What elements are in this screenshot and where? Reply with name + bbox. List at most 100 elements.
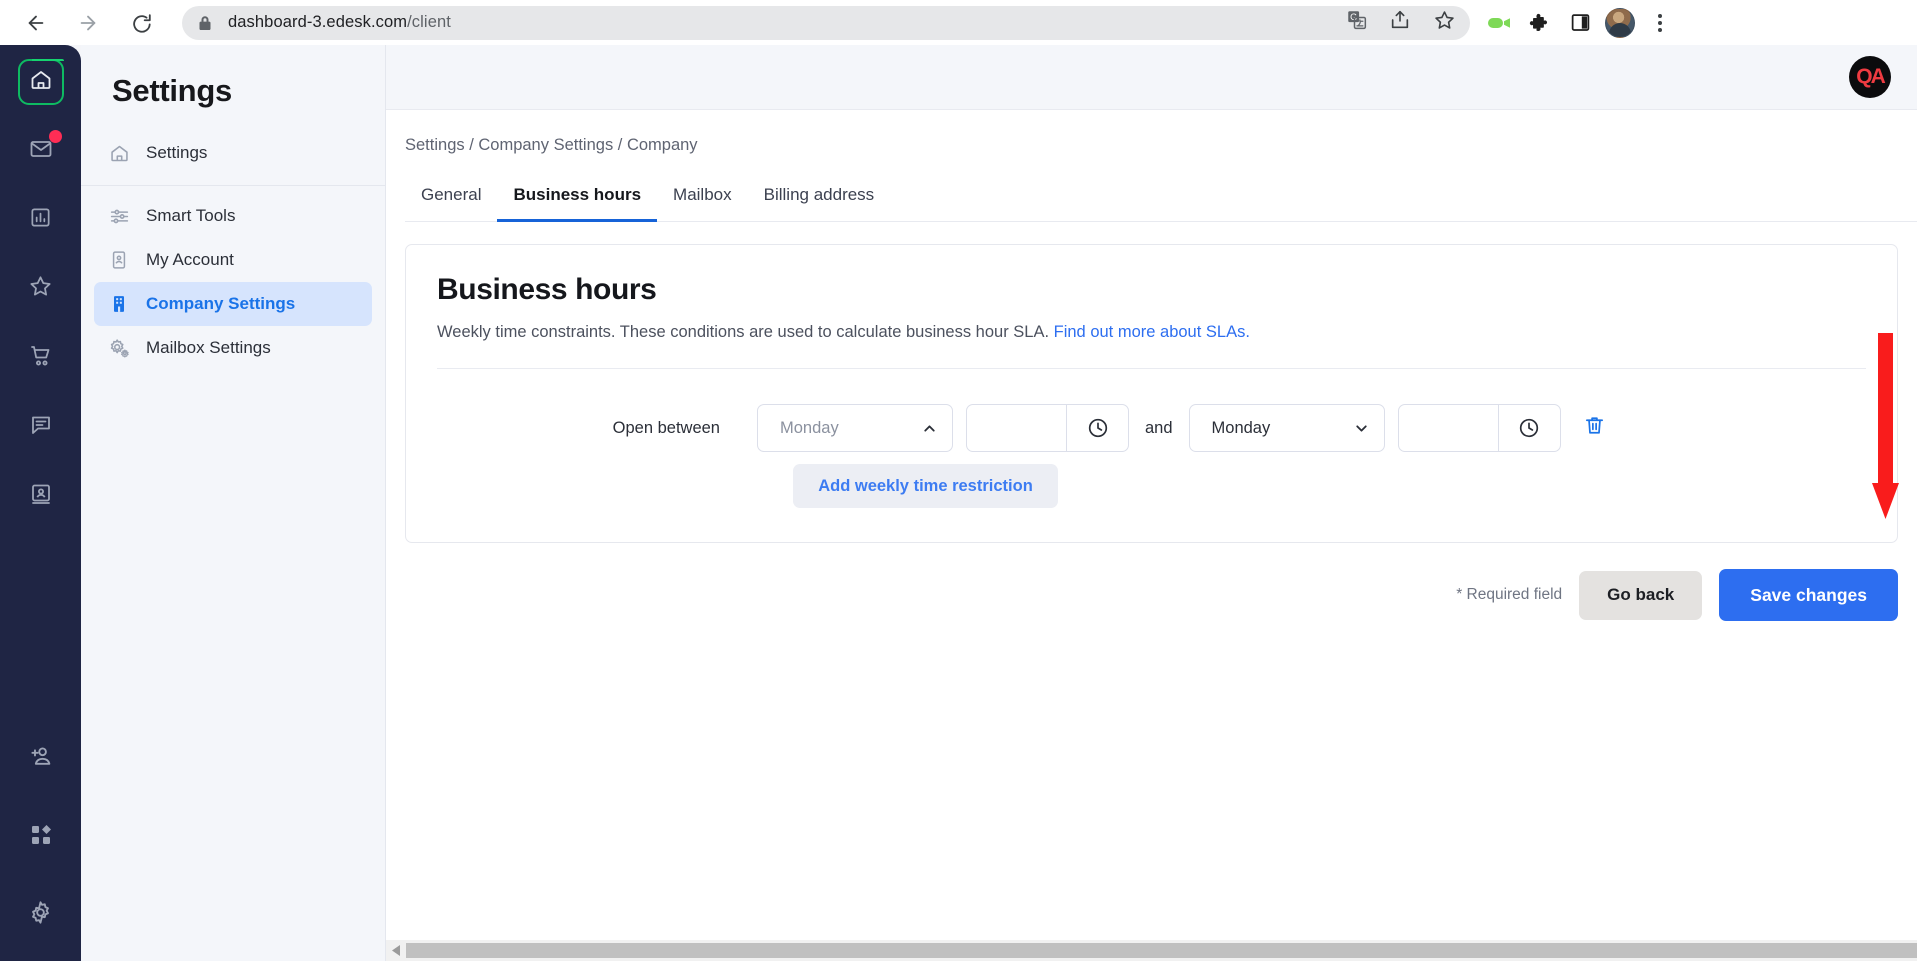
lock-icon [198, 15, 212, 31]
time-to-field[interactable] [1397, 404, 1561, 452]
tab-billing-address[interactable]: Billing address [748, 177, 891, 222]
apps-grid-icon [29, 823, 53, 852]
url-host: dashboard-3.edesk.com [228, 13, 408, 31]
address-bar[interactable]: dashboard-3.edesk.com/client G [182, 5, 1470, 40]
gears-icon [108, 337, 130, 359]
star-icon [28, 274, 53, 304]
sidebar-item-label: Company Settings [146, 294, 296, 313]
chevron-down-icon [1353, 420, 1370, 437]
day-to-select[interactable]: Monday [1188, 404, 1385, 452]
sidebar-item-label: My Account [146, 250, 234, 269]
gear-icon [28, 900, 53, 930]
day-from-select[interactable]: Monday [757, 404, 953, 452]
shopping-cart-icon [29, 344, 53, 373]
browser-toolbar: dashboard-3.edesk.com/client G [0, 0, 1917, 45]
required-field-note: * Required field [1456, 586, 1563, 603]
app-window: Settings Settings Smart Tools My Account [0, 45, 1917, 961]
card-description: Weekly time constraints. These condition… [437, 323, 1866, 342]
star-icon[interactable] [1433, 9, 1456, 37]
profile-avatar[interactable] [1600, 3, 1640, 43]
unread-badge [48, 130, 62, 143]
rail-item-invite-user[interactable] [18, 736, 64, 782]
go-back-button[interactable]: Go back [1579, 570, 1703, 620]
red-down-arrow [1870, 333, 1900, 533]
add-user-icon [28, 744, 53, 774]
sidebar-item-label: Mailbox Settings [146, 338, 271, 357]
time-to-input[interactable] [1398, 405, 1498, 451]
translate-icon[interactable]: G [1347, 10, 1367, 35]
global-nav-rail [0, 45, 81, 961]
tab-mailbox[interactable]: Mailbox [657, 177, 748, 222]
id-card-icon [108, 249, 130, 271]
chat-icon [29, 413, 53, 442]
card-description-text: Weekly time constraints. These condition… [437, 323, 1050, 341]
delete-restriction-button[interactable] [1577, 404, 1613, 452]
add-weekly-time-restriction-button[interactable]: Add weekly time restriction [793, 464, 1058, 508]
contact-card-icon [29, 482, 53, 511]
horizontal-scrollbar[interactable] [386, 940, 1917, 961]
day-to-value: Monday [1211, 418, 1271, 437]
puzzle-icon[interactable] [1520, 3, 1560, 43]
rail-item-reports[interactable] [18, 197, 64, 243]
url-text: dashboard-3.edesk.com/client [228, 13, 451, 32]
clock-icon[interactable] [1497, 405, 1560, 451]
bar-chart-icon [29, 206, 52, 234]
time-from-input[interactable] [967, 405, 1066, 451]
reload-icon[interactable] [120, 1, 164, 45]
forward-icon[interactable] [66, 1, 110, 45]
open-between-label: Open between [612, 418, 720, 437]
chevron-up-icon [921, 420, 938, 437]
building-icon [108, 293, 130, 315]
avatar-initials: QA [1856, 65, 1885, 88]
rail-item-contacts[interactable] [18, 473, 64, 519]
sidebar-divider [81, 185, 385, 186]
browser-extension-icons [1480, 3, 1680, 43]
weekly-time-restriction-row: Open between Monday and Monday [437, 404, 1866, 452]
sidebar-item-label: Smart Tools [146, 206, 236, 225]
scrollbar-thumb[interactable] [406, 943, 1917, 958]
day-from-value: Monday [780, 418, 839, 437]
sidebar-item-settings[interactable]: Settings [94, 131, 372, 175]
back-icon[interactable] [14, 1, 58, 45]
home-icon [108, 142, 130, 164]
sidebar-item-smart-tools[interactable]: Smart Tools [94, 194, 372, 238]
time-from-field[interactable] [966, 404, 1129, 452]
sidebar-item-label: Settings [146, 143, 208, 162]
share-icon[interactable] [1389, 9, 1411, 36]
sidebar-item-my-account[interactable]: My Account [94, 238, 372, 282]
sliders-icon [108, 205, 130, 227]
three-dots-menu-icon[interactable] [1640, 3, 1680, 43]
rail-item-home[interactable] [17, 58, 64, 105]
rail-item-favourites[interactable] [18, 266, 64, 312]
rail-item-chat[interactable] [18, 404, 64, 450]
side-panel-icon[interactable] [1560, 3, 1600, 43]
mail-icon [29, 137, 53, 166]
settings-nav-list: Settings Smart Tools My Account Company [81, 131, 385, 370]
url-path: /client [407, 13, 451, 31]
card-title: Business hours [437, 273, 657, 306]
rail-item-apps[interactable] [18, 814, 64, 860]
avatar[interactable]: QA [1849, 56, 1891, 98]
tab-general[interactable]: General [405, 177, 497, 222]
content-header: QA [386, 45, 1917, 110]
trash-icon [1583, 414, 1606, 442]
sidebar-item-mailbox-settings[interactable]: Mailbox Settings [94, 326, 372, 370]
home-icon [29, 68, 53, 97]
form-footer: * Required field Go back Save changes [405, 569, 1898, 621]
sidebar-item-company-settings[interactable]: Company Settings [94, 282, 372, 326]
main-content: QA Settings / Company Settings / Company… [386, 45, 1917, 961]
tab-business-hours[interactable]: Business hours [497, 177, 658, 222]
rail-item-settings[interactable] [18, 892, 64, 938]
sla-help-link[interactable]: Find out more about SLAs. [1054, 323, 1250, 341]
conjunction-label: and [1145, 418, 1173, 437]
triangle-left-icon[interactable] [386, 945, 406, 956]
video-camera-icon[interactable] [1480, 3, 1520, 43]
tab-bar: General Business hours Mailbox Billing a… [405, 177, 1917, 222]
page-title: Settings [112, 73, 232, 108]
save-changes-button[interactable]: Save changes [1719, 569, 1898, 621]
breadcrumb: Settings / Company Settings / Company [405, 136, 698, 154]
rail-item-inbox[interactable] [18, 128, 64, 174]
business-hours-card: Business hours Weekly time constraints. … [405, 244, 1898, 543]
rail-item-orders[interactable] [18, 335, 64, 381]
clock-icon[interactable] [1066, 405, 1128, 451]
